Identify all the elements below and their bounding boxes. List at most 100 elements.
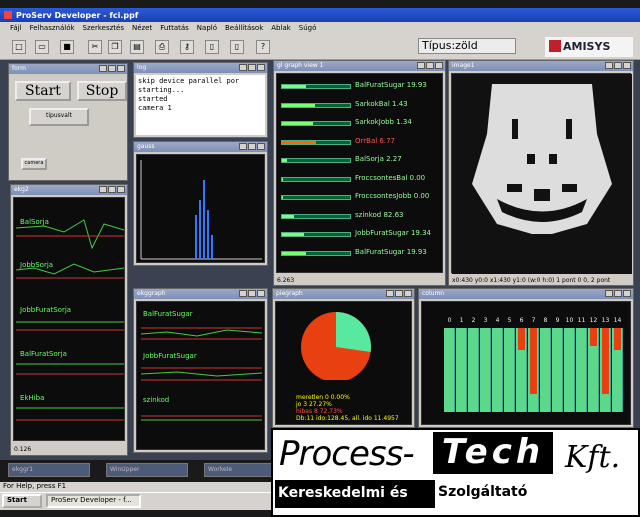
piegraph-titlebar[interactable]: piegraph [273,289,414,299]
tipusvalt-button[interactable]: tipusvalt [29,108,89,126]
minimize-icon[interactable] [386,290,394,297]
column-number: 5 [507,317,512,324]
close-icon[interactable] [117,65,125,72]
logo-kft: Kft. [565,440,621,475]
column-titlebar[interactable]: column [419,289,633,299]
minimize-icon[interactable] [605,290,613,297]
menu-nezet[interactable]: Nézet [132,24,152,33]
column-red-segment [590,328,597,346]
maximize-icon[interactable] [614,62,622,69]
gl-bar [281,158,351,163]
gl-bar [281,176,351,182]
cut-icon[interactable]: ✂ [88,40,102,54]
close-icon[interactable] [117,186,125,193]
stop-button[interactable]: Stop [77,81,127,101]
column-bar [444,328,455,412]
pie-line: meretlen 0 0.00% [296,394,350,401]
close-icon[interactable] [404,290,412,297]
minimize-icon[interactable] [239,64,247,71]
gauss-titlebar[interactable]: gauss [134,142,267,152]
minimize-icon[interactable] [605,62,613,69]
image-status: x0:430 y0:0 x1:430 y1:0 (w:0 h:0) 1 pont… [452,277,611,284]
maximize-icon[interactable] [108,65,116,72]
gl-bar-fill [282,122,313,125]
ekggraph-titlebar[interactable]: ekggraph [134,289,267,299]
key-icon[interactable]: ⚷ [180,40,194,54]
pie-legend: meretlen 0 0.00% jo 3 27.27% hibas 8 72.… [296,394,399,422]
document-icon[interactable]: ▯ [205,40,219,54]
minimize-icon[interactable] [417,62,425,69]
ekggraph-plot: BalFuratSugar JobbFuratSugar szinkod [136,301,265,450]
tipus-field: Típus:zöld [418,38,516,54]
maximize-icon[interactable] [248,64,256,71]
taskbar-item[interactable]: ProServ Developer - f... [46,494,141,508]
pie-slice-good [336,312,371,352]
menu-felhasznalok[interactable]: Felhasználók [30,24,75,33]
print-icon[interactable]: ⎙ [155,40,169,54]
gl-bar-label: JobbFuratSugar 19.34 [355,229,431,237]
ekg2-traces [15,219,125,421]
gl-bar-fill [282,177,284,181]
maximize-icon[interactable] [614,290,622,297]
gl-graph-footer: 6.263 [277,277,295,284]
column-number: 8 [543,317,548,324]
maximize-icon[interactable] [426,62,434,69]
image1-titlebar[interactable]: image1 [449,61,633,71]
save-icon[interactable]: ■ [60,40,74,54]
minimized-window[interactable]: WinUpper [106,463,188,477]
part-image [452,74,632,274]
menu-szerkesztes[interactable]: Szerkesztés [83,24,124,33]
maximize-icon[interactable] [108,186,116,193]
logo-tech: Tech [433,432,553,474]
menu-naplo[interactable]: Napló [197,24,217,33]
close-icon[interactable] [623,290,631,297]
paste-icon[interactable]: ▤ [130,40,144,54]
minimized-window[interactable]: Workele [204,463,274,477]
column-bar [612,328,623,412]
help-icon[interactable]: ? [256,40,270,54]
menu-beallitasok[interactable]: Beállítások [225,24,263,33]
maximize-icon[interactable] [248,143,256,150]
image1-window: image1 x0:430 y0:0 x1:430 y1:0 (w:0 h:0)… [448,60,634,286]
close-icon[interactable] [257,64,265,71]
gl-graph-titlebar[interactable]: gl graph view 1 [274,61,445,71]
start-menu-button[interactable]: Start [2,494,42,508]
gl-graph-row: BalSorja 2.27 [281,152,421,169]
start-button[interactable]: Start [15,81,71,101]
amisys-logo: AMISYS [545,37,633,57]
menu-ablak[interactable]: Ablak [271,24,291,33]
camera-button[interactable]: camera [21,158,47,170]
gl-bar-label: FroccsontesJobb 0.00 [355,192,430,200]
new-file-icon[interactable]: □ [12,40,26,54]
gl-bar-label: FroccsontesBal 0.00 [355,173,426,182]
close-icon[interactable] [435,62,443,69]
page-icon[interactable]: ▯ [230,40,244,54]
minimized-window[interactable]: ekggr1 [8,463,90,477]
column-number: 12 [589,317,598,324]
ekg-label: JobbFuratSorja [20,306,72,314]
minimize-icon[interactable] [99,65,107,72]
column-number: 11 [577,317,586,324]
minimize-icon[interactable] [239,143,247,150]
open-folder-icon[interactable]: ▭ [35,40,49,54]
ekg2-titlebar[interactable]: ekg2 [11,185,127,195]
close-icon[interactable] [257,290,265,297]
menu-futtatas[interactable]: Futtatás [160,24,189,33]
piegraph-window: piegraph meretlen 0 0.00% jo 3 27.27% hi… [272,288,415,428]
form-titlebar[interactable]: form [9,64,127,74]
column-number: 13 [601,317,610,324]
minimize-icon[interactable] [99,186,107,193]
close-icon[interactable] [257,143,265,150]
column-red-segment [518,328,525,350]
menu-fajl[interactable]: Fájl [10,24,22,33]
copy-icon[interactable]: ❐ [108,40,122,54]
gl-graph-row: FroccsontesBal 0.00 [281,171,425,188]
menu-sugo[interactable]: Súgó [299,24,317,33]
maximize-icon[interactable] [395,290,403,297]
log-titlebar[interactable]: log [134,63,267,73]
ekg-label: BalFuratSugar [143,310,193,318]
gauss-plot [136,154,265,263]
minimize-icon[interactable] [239,290,247,297]
close-icon[interactable] [623,62,631,69]
maximize-icon[interactable] [248,290,256,297]
